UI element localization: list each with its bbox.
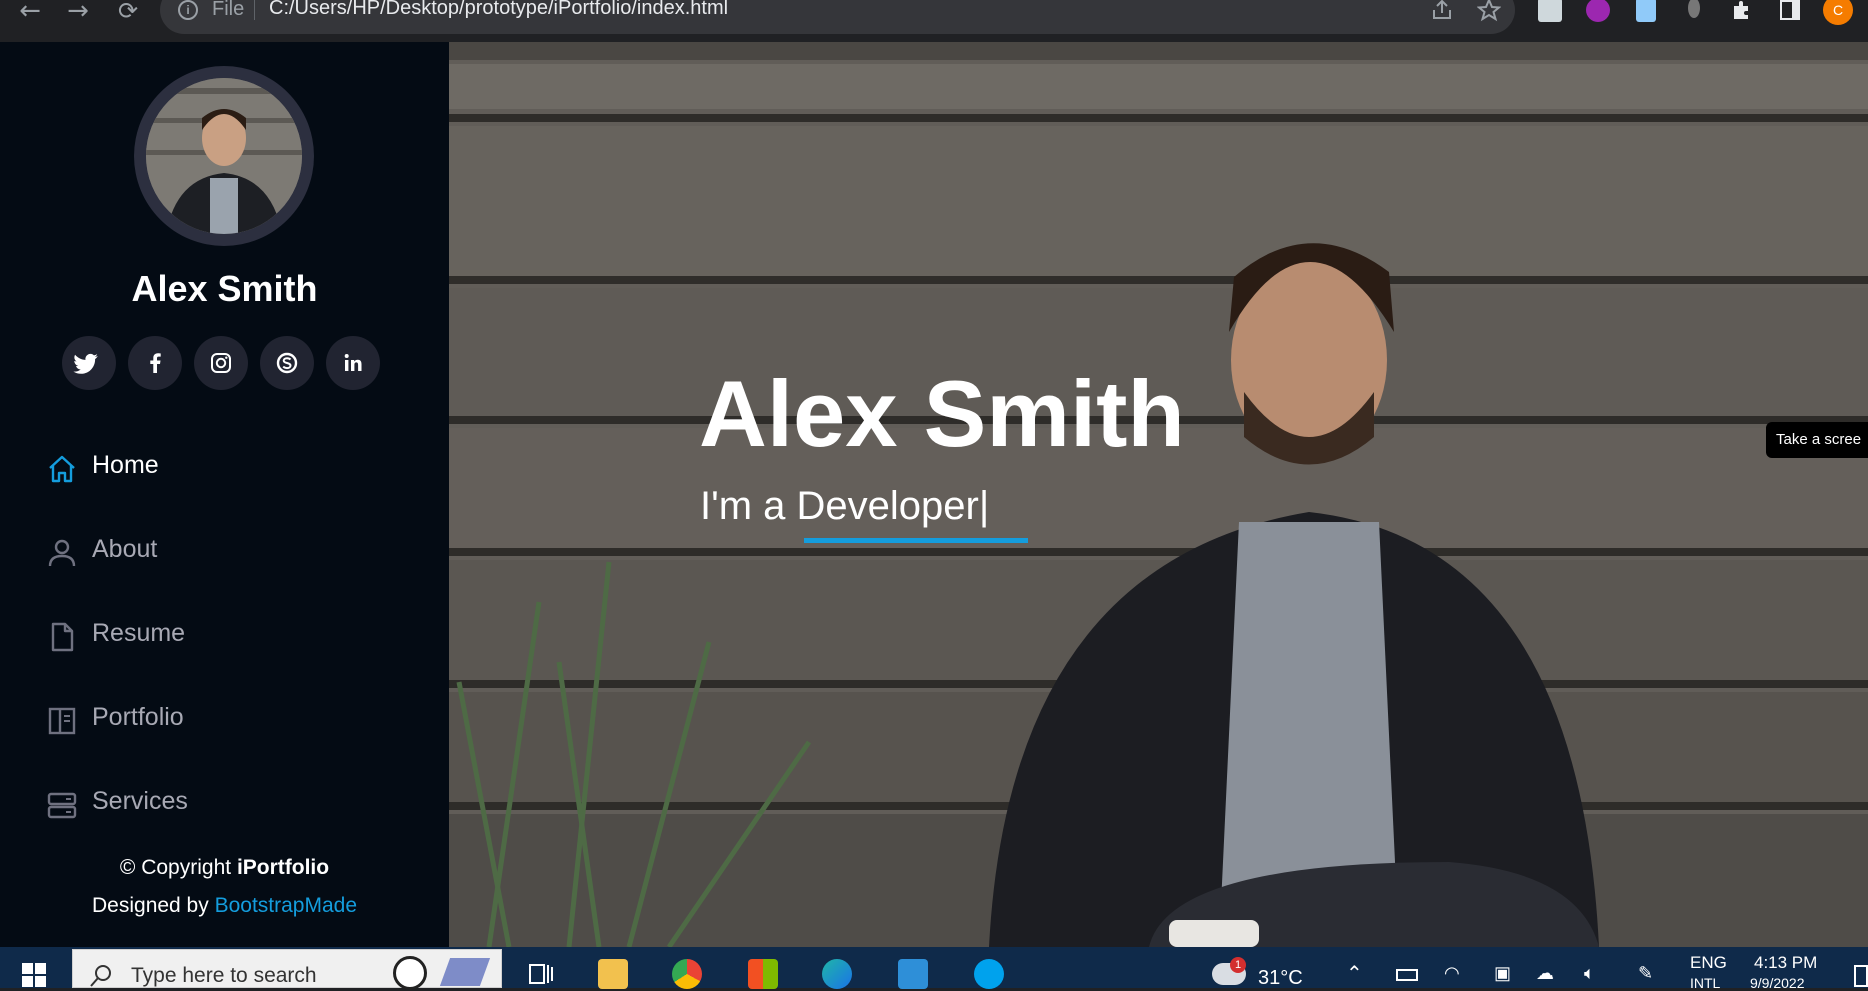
language-indicator[interactable]: ENG xyxy=(1690,953,1727,973)
nav-portfolio[interactable]: Portfolio xyxy=(46,699,406,739)
skype-taskbar-icon[interactable] xyxy=(974,959,1004,989)
linkedin-icon xyxy=(344,354,362,371)
camera-icon[interactable]: ▣ xyxy=(1494,963,1511,984)
twitter-icon xyxy=(73,353,98,374)
nav-services-label: Services xyxy=(92,787,188,815)
extension-1-icon[interactable] xyxy=(1538,0,1562,22)
nav-home-label: Home xyxy=(92,451,159,479)
share-icon[interactable] xyxy=(1430,0,1454,22)
extensions-puzzle-icon[interactable] xyxy=(1730,0,1754,22)
instagram-button[interactable] xyxy=(194,336,248,390)
nav-resume[interactable]: Resume xyxy=(46,615,406,655)
extension-4-icon[interactable] xyxy=(1688,0,1700,18)
reload-icon[interactable]: ⟳ xyxy=(110,0,146,26)
clock-date[interactable]: 9/9/2022 xyxy=(1750,975,1805,991)
bookmark-star-icon[interactable] xyxy=(1477,0,1501,22)
language-sub: INTL xyxy=(1690,975,1721,991)
nav-about[interactable]: About xyxy=(46,531,406,571)
url-text[interactable]: C:/Users/HP/Desktop/prototype/iPortfolio… xyxy=(269,0,728,20)
instagram-icon xyxy=(211,353,231,373)
info-icon[interactable]: i xyxy=(178,0,198,20)
skype-button[interactable] xyxy=(260,336,314,390)
facebook-icon xyxy=(150,353,161,373)
bootstrapmade-link[interactable]: BootstrapMade xyxy=(215,894,357,917)
profile-photo xyxy=(146,78,302,234)
copyright-brand: iPortfolio xyxy=(236,856,330,879)
search-icon xyxy=(90,965,111,987)
wifi-icon[interactable]: ◠ xyxy=(1444,963,1460,984)
designed-by: Designed by BootstrapMade xyxy=(0,894,449,918)
windows-start-icon[interactable] xyxy=(22,963,46,987)
sidebar-name: Alex Smith xyxy=(131,268,318,309)
home-icon xyxy=(49,455,75,483)
mail-icon[interactable] xyxy=(898,959,928,989)
volume-icon[interactable]: 🔈︎ xyxy=(1584,963,1595,984)
onedrive-icon[interactable]: ☁ xyxy=(1536,963,1554,984)
nav-resume-label: Resume xyxy=(92,619,186,647)
microsoft-store-icon[interactable] xyxy=(748,959,778,989)
battery-icon[interactable] xyxy=(1396,969,1418,981)
nav-about-label: About xyxy=(92,535,158,563)
book-icon xyxy=(48,707,76,735)
hero-title: Alex Smith xyxy=(699,361,1185,466)
server-icon xyxy=(47,792,77,819)
search-highlight-icon xyxy=(439,958,491,986)
notifications-icon[interactable] xyxy=(1854,965,1868,987)
designed-prefix: Designed by xyxy=(92,894,215,917)
nav-portfolio-label: Portfolio xyxy=(92,703,184,731)
hero-typed-underline xyxy=(804,538,1028,543)
copyright-prefix: © Copyright xyxy=(119,856,237,879)
back-icon[interactable]: ← xyxy=(12,0,48,26)
edge-icon[interactable] xyxy=(822,959,852,989)
hero-typed-subtitle: I'm a Developer| xyxy=(700,484,990,528)
soccer-ball-icon xyxy=(393,956,427,990)
task-view-icon[interactable] xyxy=(526,959,556,989)
page: Alex Smith Home About Resume Portfolio S… xyxy=(0,42,1868,947)
taskbar-search-box[interactable]: Type here to search xyxy=(72,949,502,990)
profile-avatar[interactable]: C xyxy=(1823,0,1853,25)
taskbar-search-placeholder: Type here to search xyxy=(131,964,317,987)
hero-section: Alex Smith I'm a Developer| xyxy=(449,42,1868,947)
hero-background-image xyxy=(449,42,1868,947)
facebook-button[interactable] xyxy=(128,336,182,390)
file-label: File xyxy=(212,0,245,20)
profile-photo-frame xyxy=(134,66,314,246)
sidebar: Alex Smith Home About Resume Portfolio S… xyxy=(0,42,449,947)
nav-services[interactable]: Services xyxy=(46,783,406,823)
temperature[interactable]: 31°C xyxy=(1258,967,1303,990)
copyright: © Copyright iPortfolio xyxy=(0,856,449,880)
tray-chevron-icon[interactable]: ⌃ xyxy=(1346,961,1363,986)
file-icon xyxy=(51,622,74,652)
person-icon xyxy=(48,539,76,567)
file-explorer-icon[interactable] xyxy=(598,959,628,989)
address-separator xyxy=(254,0,255,20)
linkedin-button[interactable] xyxy=(326,336,380,390)
twitter-button[interactable] xyxy=(62,336,116,390)
clock-time[interactable]: 4:13 PM xyxy=(1754,953,1817,973)
screenshot-tooltip: Take a scree xyxy=(1766,422,1868,458)
side-panel-icon[interactable] xyxy=(1778,0,1802,22)
extension-3-icon[interactable] xyxy=(1636,0,1656,22)
skype-icon xyxy=(276,352,298,374)
forward-icon[interactable]: → xyxy=(60,0,96,26)
weather-badge: 1 xyxy=(1230,957,1246,973)
extension-2-icon[interactable] xyxy=(1586,0,1610,22)
nav-home[interactable]: Home xyxy=(46,447,406,487)
pen-icon[interactable]: ✎ xyxy=(1638,963,1653,984)
windows-taskbar: Type here to search 1 31°C ⌃ ◠ ▣ ☁ 🔈︎ ✎ … xyxy=(0,947,1868,991)
chrome-icon[interactable] xyxy=(672,959,702,989)
browser-toolbar: ← → ⟳ i File C:/Users/HP/Desktop/prototy… xyxy=(0,0,1868,42)
